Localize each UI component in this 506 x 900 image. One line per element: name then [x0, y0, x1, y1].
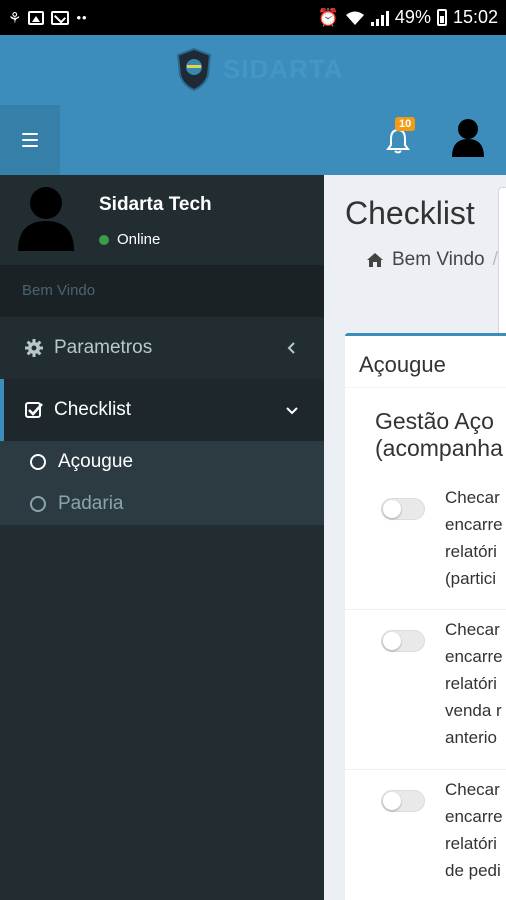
user-menu-button[interactable] [450, 117, 486, 159]
home-icon [367, 253, 383, 267]
main-content: Checklist Bem Vindo / Açougue Gestão Aço… [324, 175, 506, 900]
submenu-item-padaria-label: Padaria [58, 493, 124, 514]
battery-icon [436, 9, 447, 26]
bell-icon [386, 128, 410, 154]
notification-count-badge: 10 [395, 117, 416, 131]
checklist-item-text: Checar encarre relatóri (partici [445, 484, 503, 592]
mail-icon [51, 10, 70, 25]
status-left-icons: ⚘ •• [8, 0, 88, 35]
checklist-box: Açougue Gestão Aço (acompanha Checar enc… [345, 333, 506, 900]
toggle-switch[interactable] [381, 630, 425, 652]
breadcrumb: Bem Vindo / [345, 237, 506, 283]
section-title-line: (acompanha [375, 435, 503, 461]
page-title: Checklist [345, 195, 475, 231]
checklist-submenu: Açougue Padaria [0, 441, 324, 525]
notifications-button[interactable]: 10 [384, 117, 416, 155]
user-status: Online [99, 231, 160, 248]
logo-bar: SIDARTA [0, 35, 506, 105]
more-icon: •• [76, 10, 88, 25]
shield-logo-icon [176, 47, 212, 91]
text-line: relatóri [445, 674, 497, 693]
signal-icon [370, 10, 389, 26]
checklist-item: Checar encarre relatóri venda r anterio [345, 610, 506, 770]
text-line: encarre [445, 647, 503, 666]
gear-icon [25, 339, 43, 357]
status-bar: ⚘ •• ⏰ 49% 15:02 [0, 0, 506, 35]
sidebar-header: Bem Vindo [0, 265, 324, 317]
sidebar-item-parametros-label: Parametros [54, 337, 153, 358]
text-line: de pedi [445, 861, 501, 880]
user-status-label: Online [117, 231, 161, 248]
chevron-left-icon [287, 342, 295, 354]
checklist-item-text: Checar encarre relatóri de pedi [445, 776, 503, 884]
box-title: Açougue [359, 352, 446, 377]
wifi-icon [345, 11, 364, 25]
user-icon [452, 119, 484, 157]
checkbox-icon [25, 402, 43, 418]
user-panel: Sidarta Tech Online [0, 175, 324, 265]
submenu-item-acougue[interactable]: Açougue [0, 441, 324, 483]
brand-logo[interactable]: SIDARTA [175, 47, 344, 91]
scroll-handle[interactable] [498, 187, 506, 347]
circle-icon [30, 496, 46, 512]
status-right-icons: ⏰ 49% 15:02 [318, 0, 498, 35]
user-name: Sidarta Tech [99, 194, 212, 215]
sidebar-toggle-button[interactable] [0, 105, 60, 175]
text-line: anterio [445, 728, 497, 747]
sync-icon: ⚘ [8, 9, 22, 27]
top-navbar: 10 [0, 105, 506, 175]
text-line: Checar [445, 780, 500, 799]
avatar [18, 187, 74, 251]
battery-percent: 49% [394, 7, 431, 27]
text-line: relatóri [445, 834, 497, 853]
text-line: encarre [445, 515, 503, 534]
text-line: relatóri [445, 542, 497, 561]
alarm-icon: ⏰ [317, 7, 339, 27]
sidebar-item-checklist-label: Checklist [54, 399, 132, 420]
text-line: Checar [445, 488, 500, 507]
sidebar-item-parametros[interactable]: Parametros [0, 317, 324, 379]
sidebar-item-checklist[interactable]: Checklist [0, 379, 324, 441]
submenu-item-acougue-label: Açougue [58, 451, 134, 472]
box-header: Açougue [345, 336, 506, 388]
text-line: venda r [445, 701, 502, 720]
checklist-item-text: Checar encarre relatóri venda r anterio [445, 616, 503, 751]
text-line: encarre [445, 807, 503, 826]
breadcrumb-home-link[interactable]: Bem Vindo [392, 249, 485, 271]
sidebar: Sidarta Tech Online Bem Vindo Parametros [0, 175, 324, 900]
section-title: Gestão Aço (acompanha [375, 408, 503, 462]
online-dot-icon [99, 234, 109, 245]
chevron-down-icon [286, 407, 298, 415]
menu-icon [22, 133, 38, 147]
text-line: (partici [445, 569, 497, 588]
circle-icon [30, 454, 46, 470]
text-line: Checar [445, 620, 500, 639]
clock: 15:02 [452, 7, 498, 27]
image-icon [28, 10, 45, 25]
section-title-line: Gestão Aço [375, 408, 494, 434]
submenu-item-padaria[interactable]: Padaria [0, 483, 324, 525]
checklist-item: Checar encarre relatóri (partici [345, 478, 506, 610]
checklist-item: Checar encarre relatóri de pedi [345, 770, 506, 900]
toggle-switch[interactable] [381, 498, 425, 520]
toggle-switch[interactable] [381, 790, 425, 812]
brand-name: SIDARTA [223, 53, 344, 84]
